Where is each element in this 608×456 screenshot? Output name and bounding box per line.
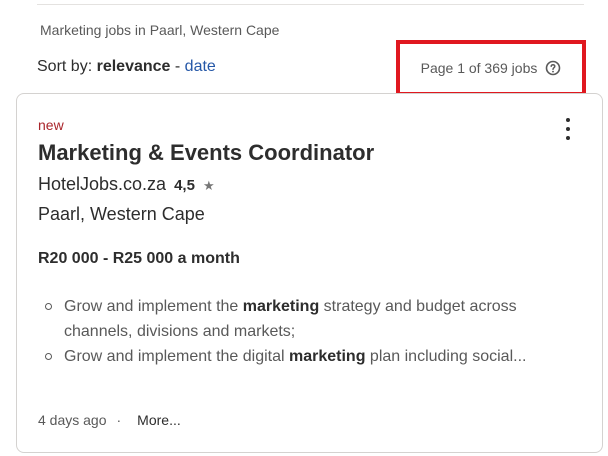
sort-date-link[interactable]: date: [185, 58, 216, 75]
snippet-item: Grow and implement the marketing strateg…: [38, 294, 578, 344]
sort-relevance: relevance: [96, 58, 171, 75]
job-card[interactable]: new Marketing & Events Coordinator Hotel…: [16, 93, 603, 453]
sort-controls: Sort by: relevance - date: [37, 58, 216, 76]
more-link[interactable]: More...: [137, 412, 181, 428]
star-icon: ★: [202, 178, 215, 193]
top-divider: [37, 4, 584, 5]
snippet-item: Grow and implement the digital marketing…: [38, 344, 578, 369]
footer-separator: ·: [116, 412, 122, 428]
salary: R20 000 - R25 000 a month: [38, 250, 240, 267]
posted-date: 4 days ago: [38, 412, 107, 428]
job-title[interactable]: Marketing & Events Coordinator: [38, 140, 374, 166]
job-count-text: Page 1 of 369 jobs: [420, 60, 538, 76]
question-circle-icon[interactable]: [545, 60, 561, 76]
company-row: HotelJobs.co.za 4,5 ★: [38, 174, 215, 195]
sort-label: Sort by:: [37, 58, 93, 75]
job-footer: 4 days ago · More...: [38, 412, 181, 428]
sort-separator: -: [174, 58, 181, 75]
search-breadcrumb: Marketing jobs in Paarl, Western Cape: [40, 22, 280, 38]
more-options-icon[interactable]: [564, 118, 572, 144]
job-location: Paarl, Western Cape: [38, 204, 205, 224]
job-snippet: Grow and implement the marketing strateg…: [38, 294, 578, 369]
company-name[interactable]: HotelJobs.co.za: [38, 174, 166, 195]
job-count-highlight: Page 1 of 369 jobs: [396, 40, 586, 96]
new-badge: new: [38, 117, 64, 133]
company-rating: 4,5: [174, 177, 195, 194]
